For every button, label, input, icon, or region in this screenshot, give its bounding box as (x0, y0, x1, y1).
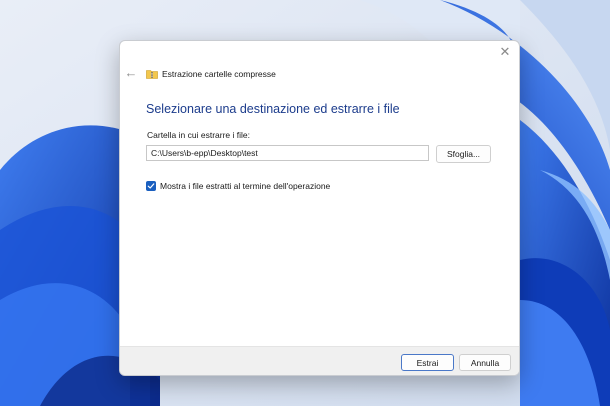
show-files-checkbox[interactable] (146, 181, 156, 191)
extract-button[interactable]: Estrai (401, 354, 454, 371)
show-files-label: Mostra i file estratti al termine dell'o… (160, 181, 331, 191)
destination-label: Cartella in cui estrarre i file: (147, 130, 250, 140)
dialog-footer: Estrai Annulla (120, 346, 519, 375)
close-icon: ✕ (499, 44, 511, 59)
compressed-folder-icon (146, 70, 158, 79)
arrow-left-icon: ← (124, 65, 138, 80)
dialog-title-text: Estrazione cartelle compresse (162, 69, 276, 79)
show-files-option[interactable]: Mostra i file estratti al termine dell'o… (146, 181, 330, 191)
browse-button[interactable]: Sfoglia... (436, 145, 491, 163)
extract-dialog: ✕ ← Estrazione cartelle compresse Selezi… (119, 40, 520, 376)
page-title: Selezionare una destinazione ed estrarre… (146, 102, 400, 116)
cancel-button[interactable]: Annulla (459, 354, 511, 371)
destination-path-input[interactable] (146, 145, 429, 161)
checkmark-icon (147, 183, 155, 189)
back-button[interactable]: ← (123, 66, 139, 80)
close-button[interactable]: ✕ (497, 44, 513, 60)
dialog-title: Estrazione cartelle compresse (146, 67, 276, 81)
